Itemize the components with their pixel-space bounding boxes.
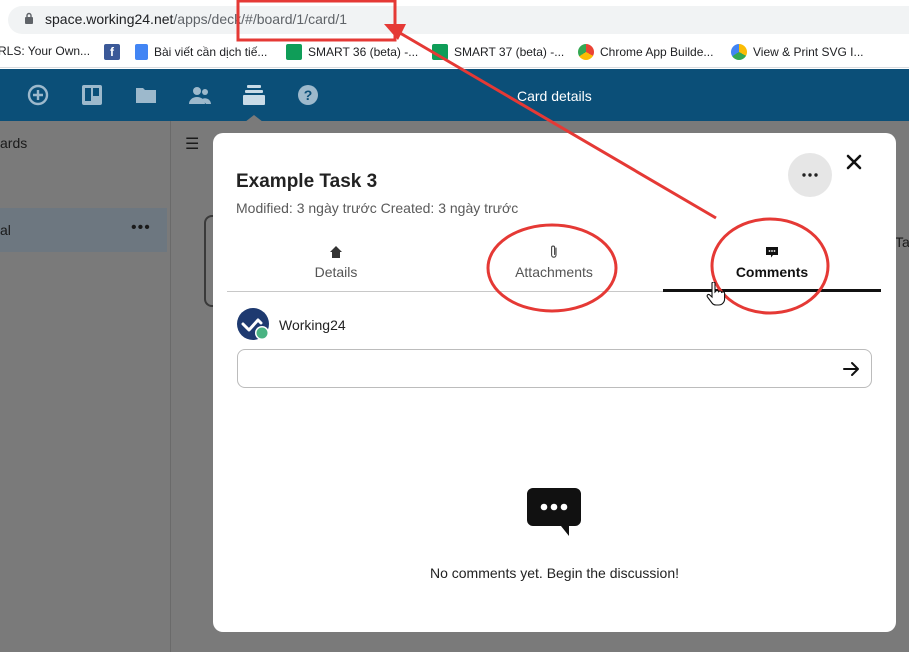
hand-cursor-icon: [706, 282, 726, 306]
comment-input[interactable]: [237, 349, 872, 388]
card-title[interactable]: Example Task 3: [236, 171, 377, 193]
tab-comments[interactable]: Comments: [663, 241, 881, 291]
contacts-icon[interactable]: [188, 83, 212, 107]
bookmarks-bar: RLS: Your Own... f Bài viết cần dịch tiế…: [0, 38, 909, 68]
tab-attachments[interactable]: Attachments: [445, 241, 663, 291]
bookmark-label: RLS: Your Own...: [0, 44, 91, 58]
bookmark-item[interactable]: Chrome App Builde...: [578, 44, 713, 60]
svg-text:?: ?: [304, 87, 313, 103]
url-text[interactable]: space.working24.net/apps/deck/#/board/1/…: [45, 11, 347, 27]
chrome-icon: [578, 44, 594, 60]
bookmark-label: Bài viết cần dịch tiế...: [154, 45, 268, 59]
help-icon[interactable]: ?: [296, 83, 320, 107]
google-sheets-icon: [286, 44, 302, 60]
more-dots-icon: [802, 173, 818, 177]
bookmark-item[interactable]: f: [104, 44, 120, 60]
comment-author-name: Working24: [279, 317, 346, 333]
paperclip-icon: [551, 245, 557, 258]
deck-stack-icon[interactable]: [242, 83, 266, 107]
sidebar-divider: [170, 121, 171, 652]
deck-board-icon[interactable]: [80, 83, 104, 107]
active-tab-underline: [663, 289, 881, 292]
sidebar-heading: ards: [0, 135, 28, 151]
sidebar-item-menu-icon[interactable]: •••: [131, 219, 151, 237]
bookmark-label: View & Print SVG I...: [753, 45, 864, 59]
browser-address-bar: space.working24.net/apps/deck/#/board/1/…: [0, 0, 909, 38]
tab-details[interactable]: Details: [227, 241, 445, 291]
bookmark-item[interactable]: View & Print SVG I...: [731, 44, 863, 60]
url-path: /apps/deck/: [173, 11, 246, 27]
add-icon[interactable]: [26, 83, 50, 107]
card-details-modal: Example Task 3 Modified: 3 ngày trước Cr…: [213, 133, 896, 632]
bookmark-label: SMART 36 (beta) -...: [308, 45, 419, 59]
bookmark-label: SMART 37 (beta) -...: [454, 45, 565, 59]
folder-icon[interactable]: [134, 83, 158, 107]
lock-icon: [25, 12, 33, 24]
app-header: ? Card details: [0, 69, 909, 121]
url-hash: #/board/1/card/1: [245, 11, 347, 27]
comment-icon: [766, 247, 778, 258]
close-icon[interactable]: [844, 152, 864, 172]
hamburger-icon[interactable]: ☰: [185, 134, 199, 154]
tab-label: Comments: [735, 264, 809, 280]
tab-label: Attachments: [515, 264, 593, 280]
home-icon: [330, 246, 342, 258]
comments-empty-icon: [527, 488, 581, 536]
bookmark-item[interactable]: SMART 36 (beta) -...: [286, 44, 418, 60]
tab-label: Details: [314, 264, 358, 280]
bookmark-item[interactable]: SMART 37 (beta) -...: [432, 44, 564, 60]
chrome-icon: [731, 44, 747, 60]
empty-state-message: No comments yet. Begin the discussion!: [429, 565, 679, 581]
header-title: Card details: [517, 88, 592, 104]
user-avatar: [237, 308, 269, 340]
active-app-indicator: [245, 115, 263, 122]
background-card-title: Ta: [895, 234, 909, 250]
bookmark-label: Chrome App Builde...: [600, 45, 714, 59]
card-meta: Modified: 3 ngày trước Created: 3 ngày t…: [236, 200, 519, 216]
bookmark-item[interactable]: Bài viết cần dịch tiế...: [135, 44, 267, 60]
arrow-right-icon[interactable]: [841, 359, 861, 379]
bookmark-item[interactable]: RLS: Your Own...: [0, 44, 90, 58]
url-host: space.working24.net: [45, 11, 174, 27]
google-docs-icon: [135, 44, 148, 60]
more-actions-button[interactable]: [788, 153, 832, 197]
facebook-icon: f: [104, 44, 120, 60]
sidebar-item-label: al: [0, 222, 11, 238]
google-sheets-icon: [432, 44, 448, 60]
